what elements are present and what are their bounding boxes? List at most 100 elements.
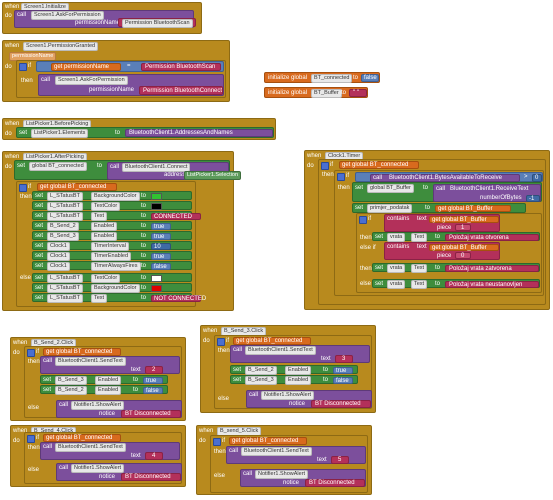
- set-l-statusbt-text[interactable]: set L_STatusBT Text to CONNECTED: [32, 211, 201, 221]
- method-name[interactable]: BluetoothClient1.SendText: [55, 357, 126, 366]
- alert-text[interactable]: BT Disconnected: [121, 473, 181, 481]
- send3-sendtext[interactable]: call BluetoothClient1.SendText text 3: [230, 345, 370, 363]
- component-field[interactable]: B_Send_3: [47, 232, 79, 241]
- get-bt-buffer[interactable]: get global BT_Buffer: [429, 244, 499, 251]
- set-bt-connected[interactable]: set global BT_connected to call Bluetoot…: [14, 160, 242, 180]
- set-vrata-1[interactable]: set vrata Text to Položaj vrata otvorena: [372, 232, 540, 242]
- var-name[interactable]: BT_Buffer: [311, 89, 342, 98]
- prop-name[interactable]: ListPicker1.Elements: [31, 129, 89, 138]
- perm-connect-text[interactable]: Permission BluetoothConnect: [139, 86, 223, 95]
- set-l-statusbt-textcolor[interactable]: set L_STatusBT TextColor to: [32, 201, 192, 211]
- property-field[interactable]: TimerAlwaysFires: [91, 262, 141, 271]
- permission-value[interactable]: Permission BluetoothScan: [118, 18, 196, 28]
- get-bt-connected[interactable]: get global BT_connected: [339, 161, 419, 169]
- gear-icon[interactable]: [337, 173, 345, 181]
- method-name[interactable]: BluetoothClient1.Connect: [122, 163, 191, 172]
- enabled-prop[interactable]: Enabled: [95, 376, 122, 385]
- component-field[interactable]: Clock1: [47, 262, 70, 271]
- property-field[interactable]: TimerInterval: [91, 242, 129, 251]
- status-unknown[interactable]: Položaj vrata neustanovljen: [445, 281, 539, 288]
- permission-text[interactable]: Permission BluetoothScan: [122, 19, 193, 28]
- text-prop[interactable]: Text: [411, 264, 428, 273]
- send5-value[interactable]: 5: [331, 456, 349, 464]
- event-name[interactable]: Screen1.PermissionGranted: [23, 42, 99, 51]
- gear-icon[interactable]: [19, 184, 27, 192]
- method-name[interactable]: Screen1.AskForPermission: [55, 76, 128, 85]
- color-swatch[interactable]: [151, 193, 162, 200]
- method-name[interactable]: BluetoothClient1.SendText: [245, 346, 316, 355]
- value-chip[interactable]: 10: [151, 243, 171, 250]
- set-l-statusbt-backgroundcolor[interactable]: set L_STatusBT BackgroundColor to: [32, 191, 192, 201]
- set-b2-enabled[interactable]: set B_Send_2 Enabled to true: [230, 365, 358, 375]
- button-field[interactable]: B_Send_2: [245, 366, 277, 375]
- alert-text[interactable]: BT Disconnected: [121, 410, 181, 418]
- notifier-method[interactable]: Notifier1.ShowAlert: [255, 470, 309, 479]
- method-name[interactable]: BluetoothClient1.SendText: [241, 447, 312, 456]
- method-name[interactable]: BluetoothClient1.SendText: [55, 443, 126, 452]
- send2-value[interactable]: 2: [145, 366, 163, 374]
- notifier-method[interactable]: Notifier1.ShowAlert: [261, 391, 315, 400]
- set-vrata-3[interactable]: set vrata Text to Položaj vrata neustano…: [372, 279, 540, 289]
- alert-text[interactable]: BT Disconnected: [305, 479, 365, 487]
- notifier-method[interactable]: Notifier1.ShowAlert: [71, 464, 125, 473]
- enabled-prop[interactable]: Enabled: [285, 366, 312, 375]
- gear-icon[interactable]: [321, 162, 329, 170]
- global-bt-buffer[interactable]: initialize global BT_Buffer to " ": [264, 87, 368, 98]
- set-l-statusbt-textcolor[interactable]: set L_STatusBT TextColor to: [32, 273, 192, 283]
- button-field[interactable]: B_Send_3: [245, 376, 277, 385]
- send3-value[interactable]: 3: [335, 355, 353, 363]
- send2-alert[interactable]: call Notifier1.ShowAlert notice BT Disco…: [56, 400, 182, 418]
- global-bt-connected[interactable]: initialize global BT_connected to false: [264, 72, 380, 83]
- value-chip[interactable]: true: [151, 233, 171, 240]
- property-field[interactable]: BackgroundColor: [91, 284, 140, 293]
- property-field[interactable]: Enabled: [91, 222, 118, 231]
- compare-bytes[interactable]: call BluetoothClient1.BytesAvailableToRe…: [355, 172, 543, 182]
- addresses-and-names[interactable]: BluetoothClient1.AddressesAndNames: [125, 129, 273, 137]
- gear-icon[interactable]: [217, 338, 225, 346]
- false-value[interactable]: false: [361, 74, 379, 82]
- eq-op[interactable]: =: [127, 63, 131, 70]
- component-field[interactable]: L_STatusBT: [47, 192, 83, 201]
- button-field[interactable]: B_Send_3: [55, 376, 87, 385]
- set-clock1-timerenabled[interactable]: set Clock1 TimerEnabled to true: [32, 251, 192, 261]
- set-b-send-3-enabled[interactable]: set B_Send_3 Enabled to true: [32, 231, 192, 241]
- contains-0[interactable]: contains text get global BT_Buffer piece…: [384, 242, 500, 260]
- gear-icon[interactable]: [27, 349, 35, 357]
- enabled-prop[interactable]: Enabled: [285, 376, 312, 385]
- property-field[interactable]: TextColor: [91, 202, 121, 211]
- set-clock1-timeralwaysfires[interactable]: set Clock1 TimerAlwaysFires to false: [32, 261, 192, 271]
- contains-1[interactable]: contains text get global BT_Buffer piece…: [384, 214, 500, 232]
- set-elements[interactable]: set ListPicker1.Elements to BluetoothCli…: [16, 127, 274, 138]
- receive-text[interactable]: call BluetoothClient1.ReceiveText number…: [433, 184, 541, 202]
- component-field[interactable]: L_STatusBT: [47, 284, 83, 293]
- color-swatch[interactable]: [151, 275, 162, 282]
- send5-alert[interactable]: call Notifier1.ShowAlert notice BT Disco…: [240, 469, 366, 487]
- send3-alert[interactable]: call Notifier1.ShowAlert notice BT Disco…: [246, 390, 372, 408]
- text-prop[interactable]: Text: [411, 233, 428, 242]
- piece-0-value[interactable]: 0: [455, 252, 471, 259]
- value-chip[interactable]: true: [151, 253, 171, 260]
- var-name[interactable]: BT_connected: [311, 74, 353, 83]
- call-ask-permission-2[interactable]: call Screen1.AskForPermission permission…: [38, 74, 224, 96]
- get-permission-name[interactable]: get permissionName: [51, 63, 121, 71]
- send4-alert[interactable]: call Notifier1.ShowAlert notice BT Disco…: [56, 463, 182, 481]
- zero-value[interactable]: 0: [532, 174, 542, 182]
- get-bt-connected[interactable]: get global BT_connected: [43, 434, 121, 442]
- alert-text[interactable]: BT Disconnected: [311, 400, 371, 408]
- var-name[interactable]: primjer_podatak: [367, 204, 413, 213]
- color-swatch[interactable]: [151, 285, 162, 292]
- value-chip[interactable]: NOT CONNECTED: [151, 295, 206, 302]
- bytes-available[interactable]: call BluetoothClient1.BytesAvailableToRe…: [370, 174, 520, 182]
- enabled-prop[interactable]: Enabled: [95, 386, 122, 395]
- vrata-field[interactable]: vrata: [387, 280, 406, 289]
- gear-icon[interactable]: [213, 438, 221, 446]
- false-value[interactable]: false: [333, 377, 353, 384]
- component-field[interactable]: L_STatusBT: [47, 274, 83, 283]
- set-primjer[interactable]: set primjer_podatak to get global BT_Buf…: [352, 203, 526, 213]
- send4-value[interactable]: 4: [145, 452, 163, 460]
- property-field[interactable]: TimerEnabled: [91, 252, 132, 261]
- value-chip[interactable]: false: [151, 263, 171, 270]
- vrata-field[interactable]: vrata: [387, 264, 406, 273]
- color-swatch[interactable]: [151, 203, 162, 210]
- gt-op[interactable]: >: [524, 174, 528, 181]
